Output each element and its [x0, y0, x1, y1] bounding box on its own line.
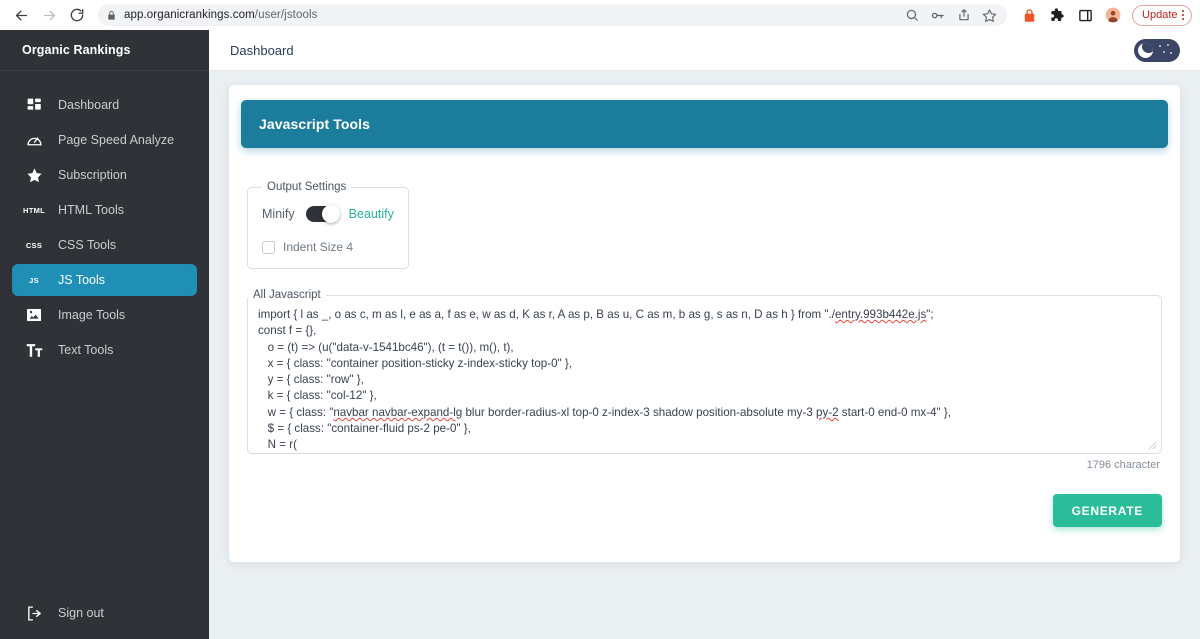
- resize-handle-icon[interactable]: [1148, 441, 1157, 450]
- sign-out-button[interactable]: Sign out: [0, 597, 209, 629]
- address-bar[interactable]: app.organicrankings.com/user/jstools: [98, 4, 1008, 26]
- code-line: blur border-radius-xl top-0 z-index-3 sh…: [462, 405, 817, 419]
- profile-avatar-icon[interactable]: [1105, 7, 1121, 23]
- lock-icon: [106, 10, 117, 21]
- omnibox-actions: [904, 8, 999, 23]
- css-text-icon: CSS: [25, 240, 43, 250]
- code-line: import { l as _, o as c, m as l, e as a,…: [258, 308, 835, 321]
- sidebar-item-html-tools[interactable]: HTML HTML Tools: [12, 194, 197, 226]
- text-type-icon: [24, 340, 44, 360]
- url-text: app.organicrankings.com/user/jstools: [124, 9, 318, 21]
- side-panel-icon[interactable]: [1077, 7, 1093, 23]
- beautify-label: Beautify: [348, 207, 394, 221]
- reload-button[interactable]: [64, 2, 90, 28]
- stars-decoration: [1157, 43, 1175, 58]
- sign-out-label: Sign out: [58, 606, 104, 620]
- sidebar: Organic Rankings Dashboard Page Speed An…: [0, 30, 209, 639]
- javascript-textarea[interactable]: import { l as _, o as c, m as l, e as a,…: [248, 305, 1161, 453]
- indent-size-label: Indent Size 4: [283, 240, 354, 254]
- code-line-squiggle: navbar navbar-expand-lg: [333, 405, 463, 419]
- dark-mode-toggle[interactable]: [1134, 38, 1180, 62]
- moon-icon: [1138, 42, 1153, 58]
- code-line-squiggle: entry.993b442e.js: [834, 308, 927, 321]
- content-region: Javascript Tools Output Settings Minify …: [209, 71, 1200, 639]
- sidebar-item-label: Dashboard: [58, 98, 120, 112]
- puzzle-extensions-icon[interactable]: [1049, 7, 1065, 23]
- code-line: k = { class: "col-12" },: [258, 389, 377, 403]
- code-line-squiggle: py-2: [816, 405, 839, 419]
- back-button[interactable]: [8, 2, 34, 28]
- image-picture-icon: [24, 305, 44, 325]
- update-button[interactable]: Update: [1132, 4, 1192, 26]
- sidebar-item-label: Image Tools: [58, 308, 126, 322]
- sidebar-item-js-tools[interactable]: JS JS Tools: [12, 264, 197, 296]
- sidebar-item-image-tools[interactable]: Image Tools: [12, 299, 197, 331]
- all-javascript-group: All Javascript import { l as _, o as c, …: [247, 289, 1162, 454]
- sidebar-item-dashboard[interactable]: Dashboard: [12, 89, 197, 121]
- actions-row: GENERATE: [247, 494, 1162, 527]
- sidebar-item-page-speed-analyze[interactable]: Page Speed Analyze: [12, 124, 197, 156]
- sidebar-item-label: CSS Tools: [58, 238, 117, 252]
- extension-icons: [1015, 7, 1121, 23]
- sidebar-item-label: HTML Tools: [58, 203, 124, 217]
- minify-beautify-row: Minify Beautify: [262, 201, 394, 227]
- password-key-icon[interactable]: [930, 8, 945, 23]
- sidebar-item-css-tools[interactable]: CSS CSS Tools: [12, 229, 197, 261]
- reload-icon: [70, 8, 84, 22]
- sidebar-item-label: Page Speed Analyze: [58, 133, 175, 147]
- arrow-right-icon: [43, 10, 55, 20]
- sidebar-item-label: JS Tools: [58, 273, 106, 287]
- minify-label: Minify: [262, 207, 295, 221]
- sidebar-item-subscription[interactable]: Subscription: [12, 159, 197, 191]
- sidebar-item-label: Subscription: [58, 168, 127, 182]
- browser-toolbar: app.organicrankings.com/user/jstools Upd…: [0, 0, 1200, 30]
- speedometer-icon: [24, 130, 44, 150]
- code-line: x = { class: "container position-sticky …: [258, 356, 572, 370]
- output-settings-group: Output Settings Minify Beautify Indent S…: [247, 181, 409, 269]
- sidebar-nav: Dashboard Page Speed Analyze Subscriptio…: [0, 71, 209, 366]
- code-line: start-0 end-0 mx-4" },: [838, 405, 951, 419]
- code-line: o = (t) => (u("data-v-1541bc46"), (t = t…: [258, 340, 514, 354]
- generate-button[interactable]: GENERATE: [1052, 494, 1162, 527]
- code-line: $ = { class: "container-fluid ps-2 pe-0"…: [258, 422, 471, 436]
- character-count: 1796 character: [1086, 459, 1160, 471]
- code-line: w = { class: ": [258, 405, 334, 419]
- main-area: Dashboard Javascript Tools Output Settin…: [209, 30, 1200, 639]
- arrow-left-icon: [15, 10, 27, 20]
- sign-out-icon: [24, 603, 44, 623]
- dashboard-grid-icon: [24, 95, 44, 115]
- js-text-icon: JS: [29, 275, 39, 285]
- page-title: Dashboard: [230, 42, 294, 58]
- indent-size-checkbox[interactable]: [262, 240, 275, 254]
- orange-lock-extension-icon[interactable]: [1021, 7, 1037, 23]
- minify-beautify-switch[interactable]: [305, 205, 340, 223]
- code-line: y = { class: "row" },: [258, 373, 364, 387]
- search-icon[interactable]: [904, 8, 919, 23]
- sidebar-item-text-tools[interactable]: Text Tools: [12, 334, 197, 366]
- star-icon: [24, 165, 44, 185]
- app-shell: Organic Rankings Dashboard Page Speed An…: [0, 30, 1200, 639]
- brand-title: Organic Rankings: [0, 30, 209, 71]
- output-settings-legend: Output Settings: [267, 181, 347, 193]
- card-title: Javascript Tools: [241, 100, 1168, 148]
- switch-knob: [321, 205, 340, 223]
- javascript-tools-card: Javascript Tools Output Settings Minify …: [229, 85, 1180, 562]
- footer-placeholder: [229, 562, 1180, 576]
- share-icon[interactable]: [956, 8, 971, 23]
- bookmark-star-icon[interactable]: [982, 8, 997, 23]
- update-label: Update: [1142, 9, 1178, 21]
- html-text-icon: HTML: [22, 205, 46, 215]
- top-bar: Dashboard: [209, 30, 1200, 71]
- forward-button[interactable]: [36, 2, 62, 28]
- indent-size-row[interactable]: Indent Size 4: [262, 240, 394, 254]
- all-javascript-legend: All Javascript: [253, 289, 321, 301]
- code-line: N = r(: [258, 438, 297, 452]
- code-line: const f = {},: [258, 324, 317, 338]
- code-line: ";: [926, 308, 934, 321]
- sidebar-item-label: Text Tools: [58, 343, 114, 357]
- kebab-menu-icon[interactable]: [1181, 9, 1184, 21]
